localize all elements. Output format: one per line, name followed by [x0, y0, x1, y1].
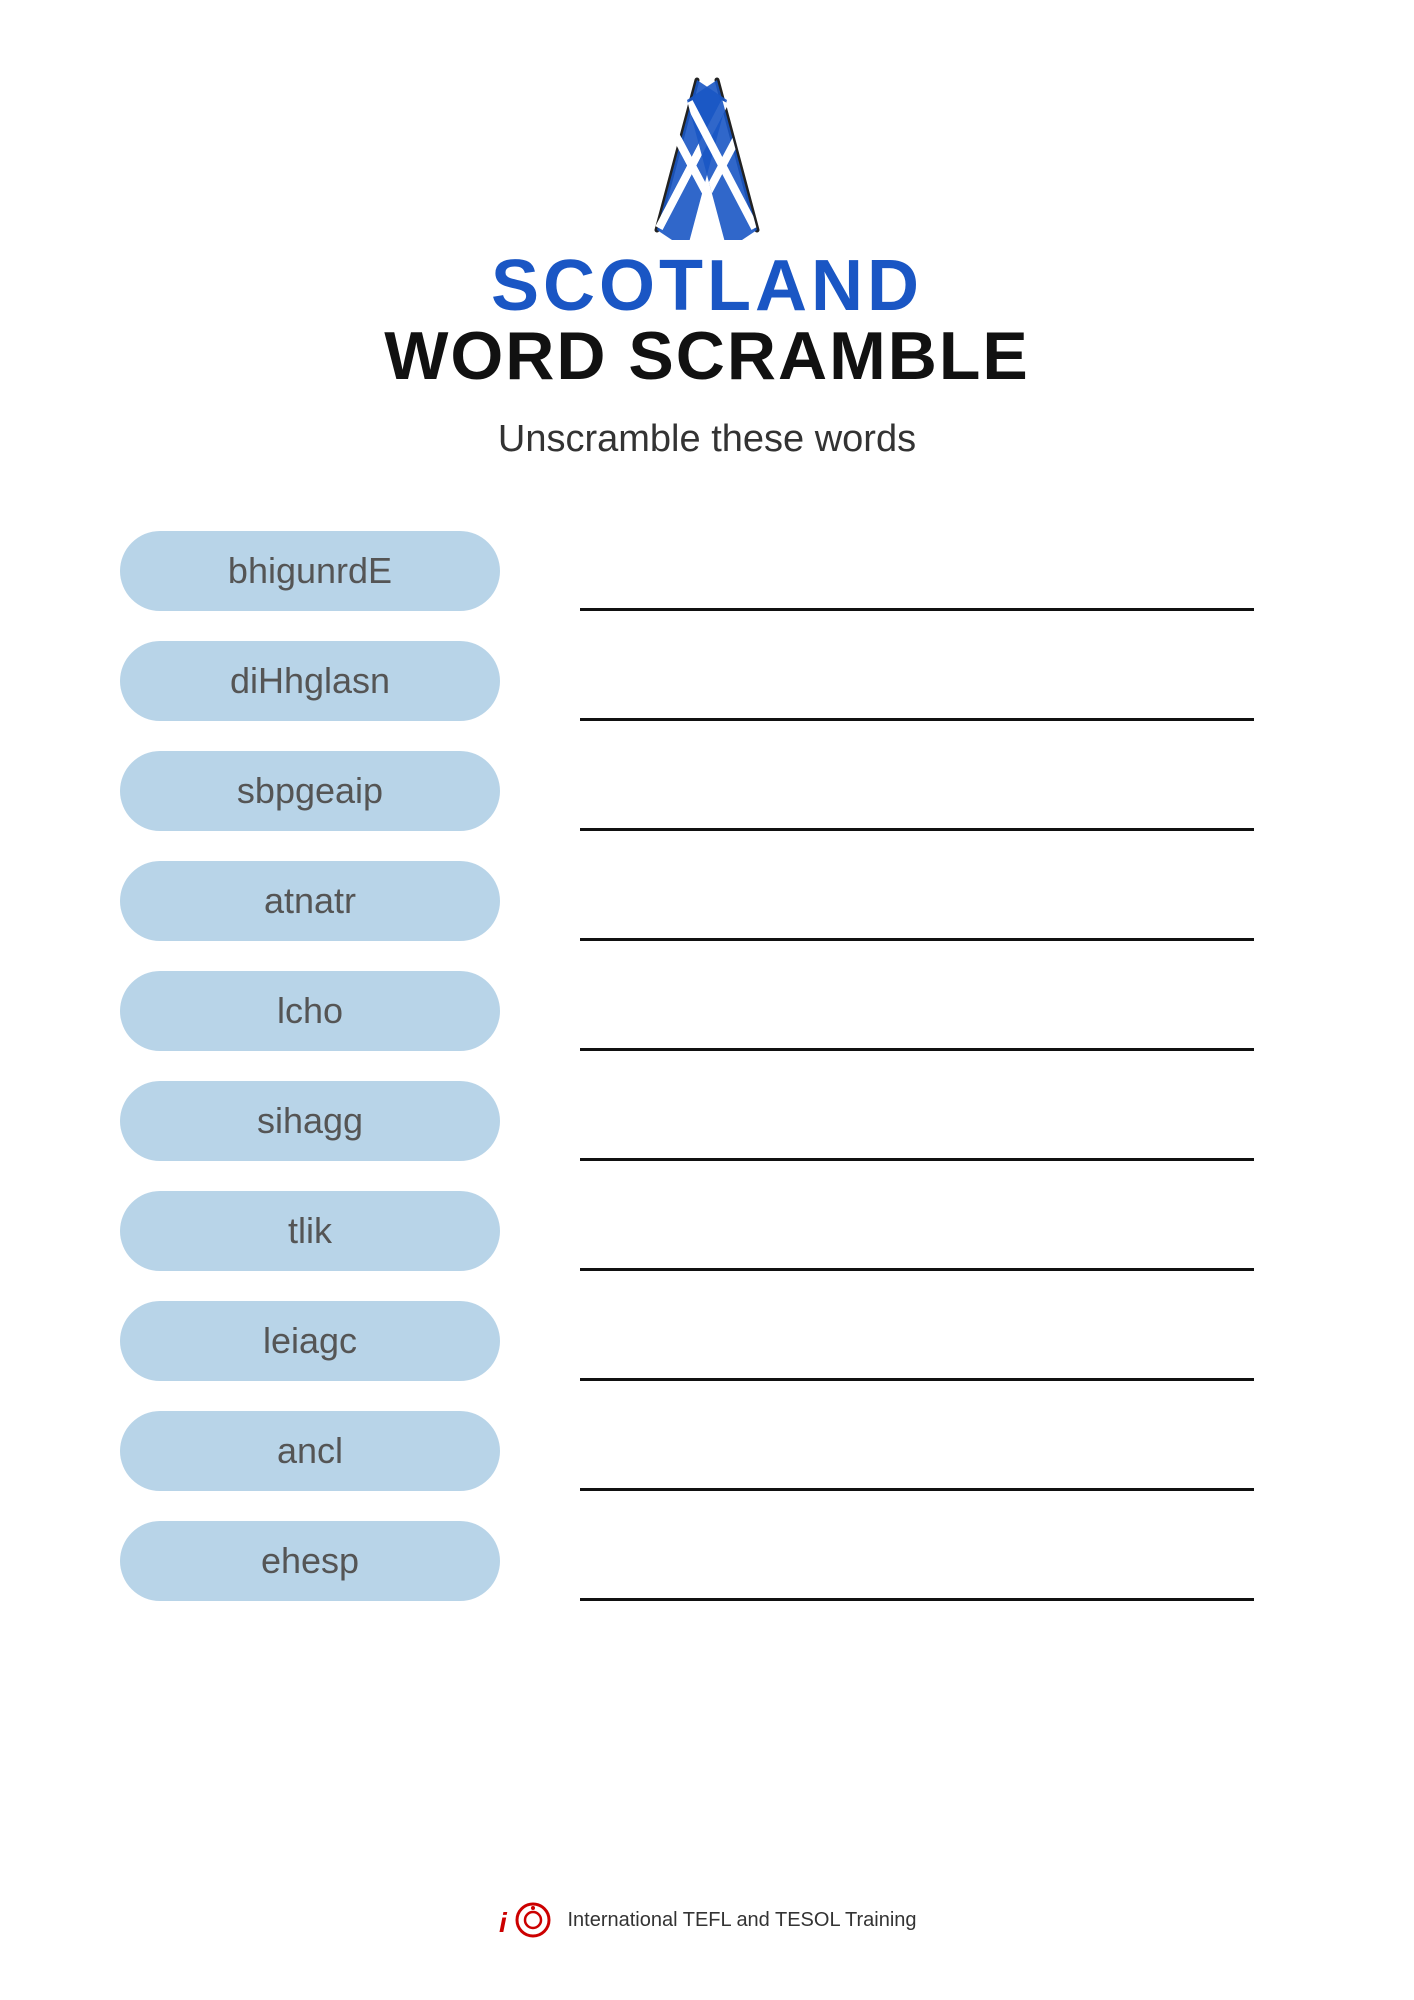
- footer-brand-text: International TEFL and TESOL Training: [567, 1909, 916, 1932]
- scrambled-word-6: sihagg: [257, 1100, 363, 1142]
- word-pill-2: diHhglasn: [120, 641, 500, 721]
- flags-logo: [597, 60, 817, 240]
- word-pill-1: bhigunrdE: [120, 531, 500, 611]
- word-pill-6: sihagg: [120, 1081, 500, 1161]
- page-container: SCOTLAND WORD SCRAMBLE Unscramble these …: [0, 0, 1414, 2000]
- svg-text:i: i: [499, 1907, 508, 1938]
- word-pill-7: tlik: [120, 1191, 500, 1271]
- word-pill-9: ancl: [120, 1411, 500, 1491]
- answer-line-5: [580, 1048, 1254, 1051]
- words-container: bhigunrdE diHhglasn sbpgeaip: [80, 531, 1334, 1631]
- title-wordscramble: WORD SCRAMBLE: [384, 322, 1030, 390]
- word-pill-4: atnatr: [120, 861, 500, 941]
- answer-line-container-6: [500, 1081, 1294, 1161]
- scrambled-word-4: atnatr: [264, 880, 356, 922]
- answer-line-container-8: [500, 1301, 1294, 1381]
- word-row: ancl: [120, 1411, 1294, 1491]
- answer-line-container-4: [500, 861, 1294, 941]
- answer-line-3: [580, 828, 1254, 831]
- scrambled-word-7: tlik: [288, 1210, 332, 1252]
- answer-line-container-9: [500, 1411, 1294, 1491]
- scrambled-word-8: leiagc: [263, 1320, 357, 1362]
- answer-line-container-3: [500, 751, 1294, 831]
- word-pill-8: leiagc: [120, 1301, 500, 1381]
- header: SCOTLAND WORD SCRAMBLE Unscramble these …: [384, 60, 1030, 501]
- word-row: bhigunrdE: [120, 531, 1294, 611]
- scrambled-word-3: sbpgeaip: [237, 770, 383, 812]
- footer: i International TEFL and TESOL Training: [497, 1860, 916, 1940]
- scrambled-word-2: diHhglasn: [230, 660, 390, 702]
- answer-line-4: [580, 938, 1254, 941]
- word-row: ehesp: [120, 1521, 1294, 1601]
- itt-logo-icon: i: [497, 1900, 557, 1940]
- word-row: lcho: [120, 971, 1294, 1051]
- scrambled-word-9: ancl: [277, 1430, 343, 1472]
- word-row: atnatr: [120, 861, 1294, 941]
- answer-line-6: [580, 1158, 1254, 1161]
- answer-line-container-10: [500, 1521, 1294, 1601]
- word-row: diHhglasn: [120, 641, 1294, 721]
- answer-line-container-2: [500, 641, 1294, 721]
- word-row: sihagg: [120, 1081, 1294, 1161]
- scrambled-word-10: ehesp: [261, 1540, 359, 1582]
- answer-line-1: [580, 608, 1254, 611]
- word-pill-10: ehesp: [120, 1521, 500, 1601]
- answer-line-container-7: [500, 1191, 1294, 1271]
- scrambled-word-1: bhigunrdE: [228, 550, 392, 592]
- title-scotland: SCOTLAND: [491, 250, 923, 322]
- answer-line-10: [580, 1598, 1254, 1601]
- answer-line-7: [580, 1268, 1254, 1271]
- answer-line-9: [580, 1488, 1254, 1491]
- answer-line-container-1: [500, 531, 1294, 611]
- word-row: tlik: [120, 1191, 1294, 1271]
- word-row: leiagc: [120, 1301, 1294, 1381]
- scrambled-word-5: lcho: [277, 990, 343, 1032]
- subtitle: Unscramble these words: [498, 418, 916, 461]
- answer-line-2: [580, 718, 1254, 721]
- answer-line-container-5: [500, 971, 1294, 1051]
- word-pill-3: sbpgeaip: [120, 751, 500, 831]
- word-pill-5: lcho: [120, 971, 500, 1051]
- answer-line-8: [580, 1378, 1254, 1381]
- word-row: sbpgeaip: [120, 751, 1294, 831]
